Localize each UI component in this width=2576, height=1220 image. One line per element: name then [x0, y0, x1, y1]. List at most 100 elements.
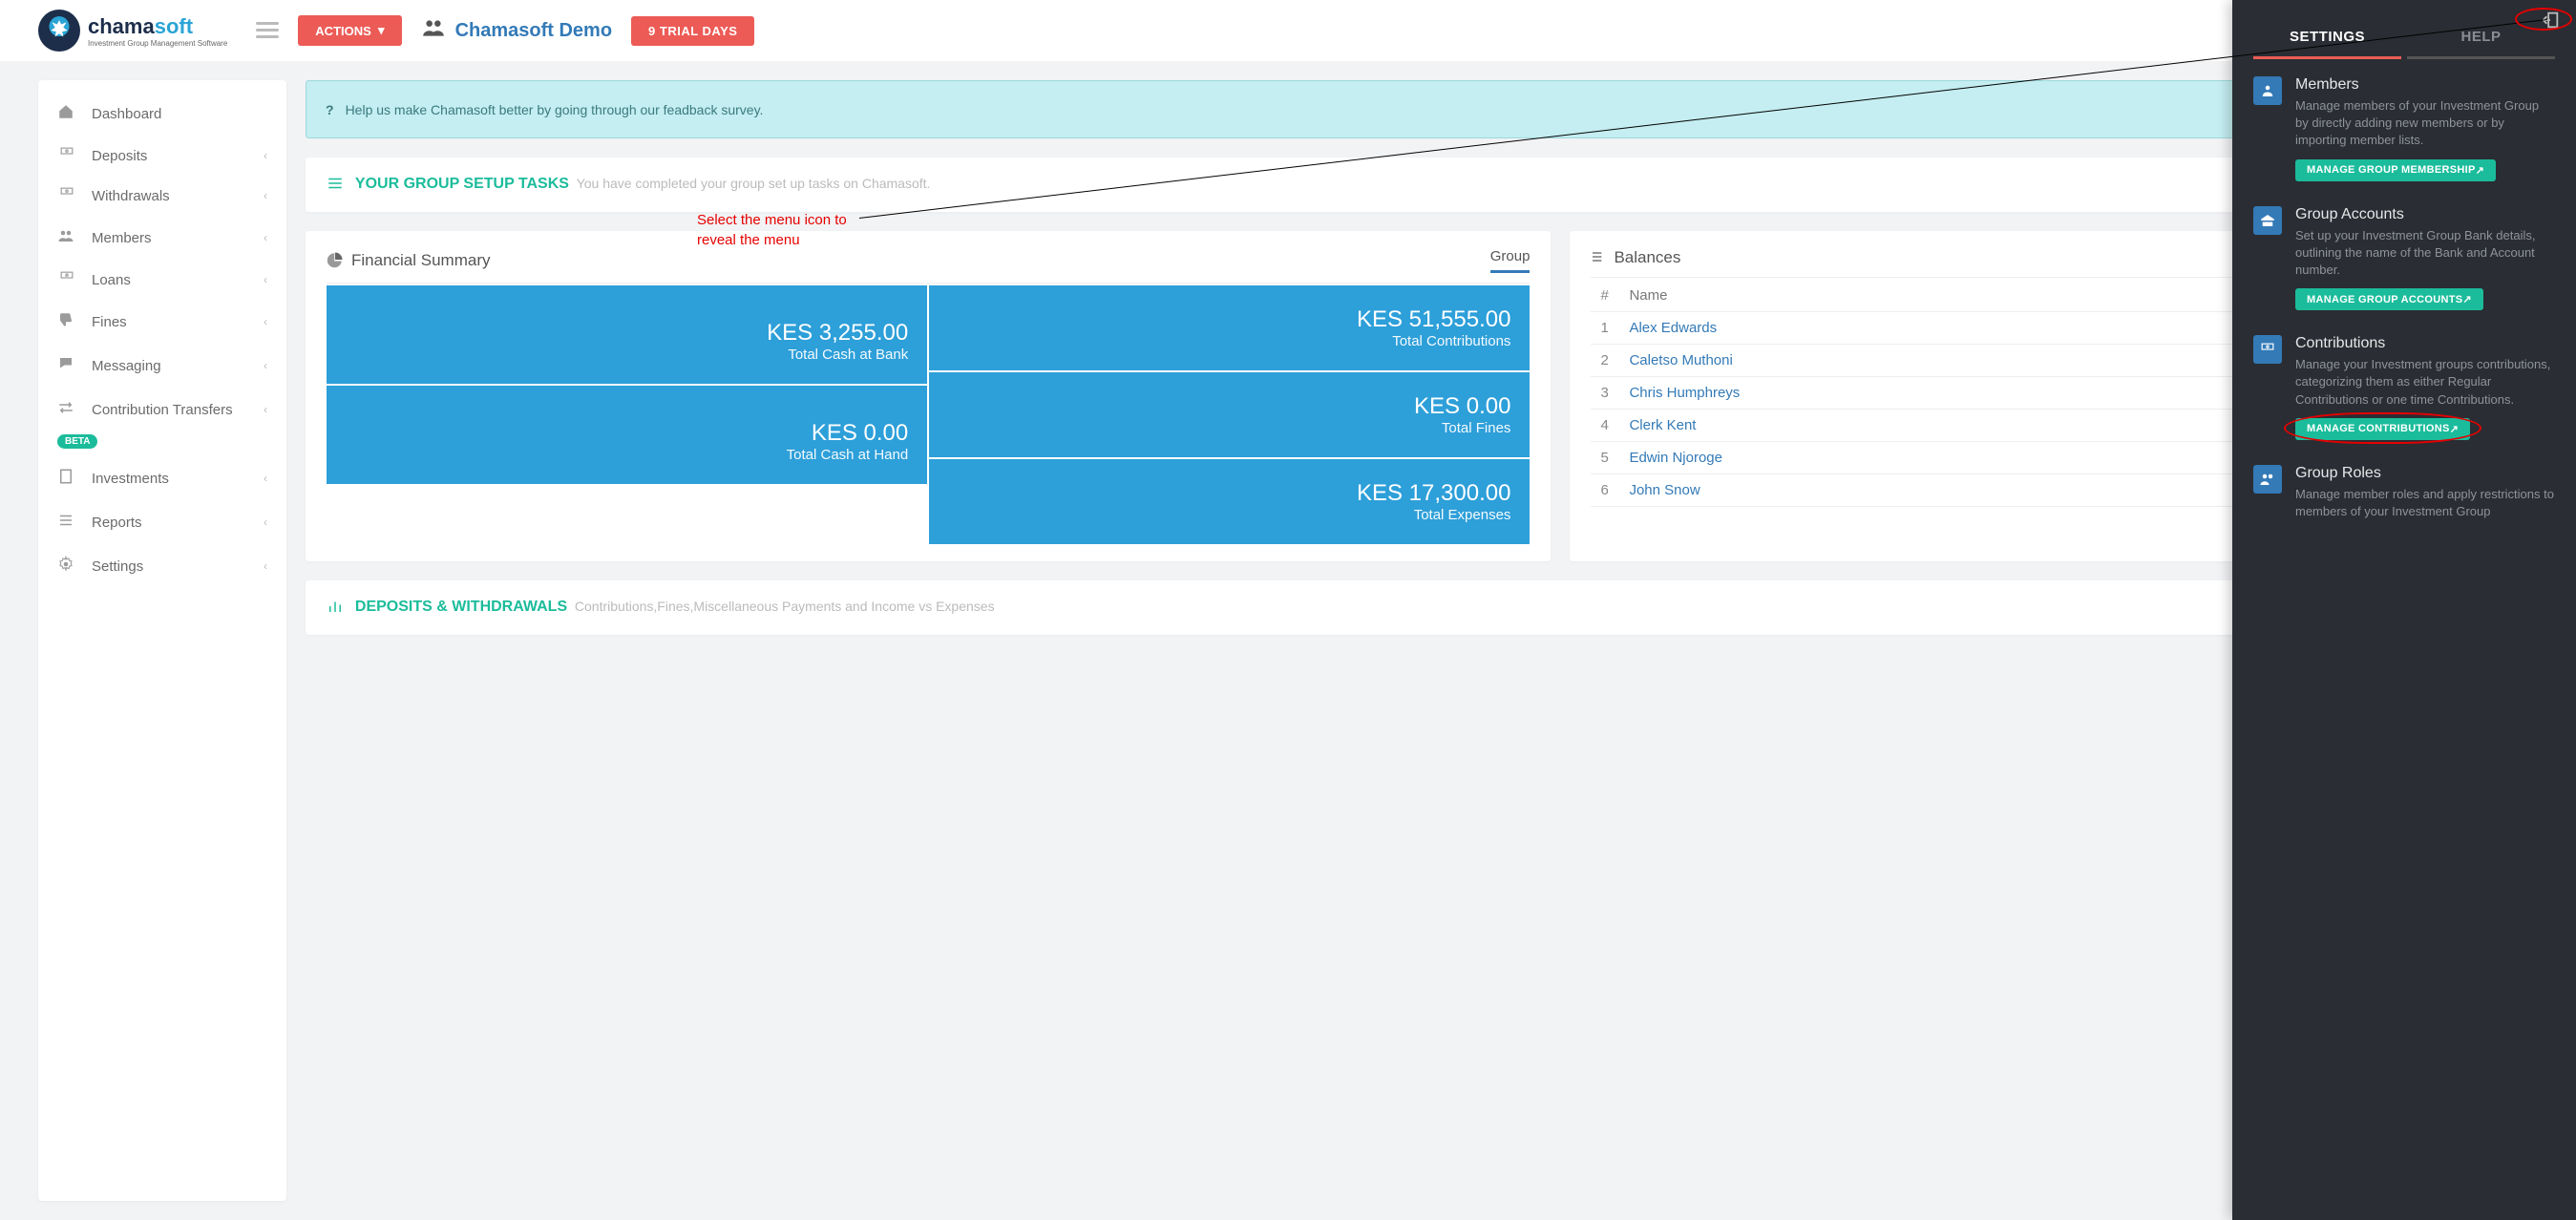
cash-icon [57, 271, 80, 288]
setup-tasks-card: YOUR GROUP SETUP TASKS You have complete… [306, 158, 2538, 212]
sidebar-item-settings[interactable]: Settings ‹ [38, 544, 286, 588]
survey-text: Help us make Chamasoft better by going t… [346, 102, 764, 117]
sidebar-item-label: Messaging [92, 358, 161, 374]
sidebar-item-label: Investments [92, 471, 169, 487]
chevron-left-icon: ‹ [264, 515, 267, 529]
chevron-left-icon: ‹ [264, 559, 267, 573]
building-icon [57, 468, 80, 489]
bar-chart-icon [327, 602, 348, 618]
users-icon [57, 227, 80, 248]
setup-tasks-subtitle: You have completed your group set up tas… [573, 176, 931, 191]
section-title: Group Roles [2295, 465, 2555, 482]
hamburger-icon[interactable] [256, 22, 279, 39]
section-desc: Set up your Investment Group Bank detail… [2295, 227, 2555, 280]
deposits-withdrawals-card: DEPOSITS & WITHDRAWALS Contributions,Fin… [306, 580, 2538, 635]
settings-drawer: SETTINGS HELP Members Manage members of … [2232, 0, 2576, 1220]
drawer-section-group-accounts: Group Accounts Set up your Investment Gr… [2253, 206, 2555, 311]
fines-value: KES 0.00 [948, 393, 1510, 420]
section-icon [2253, 76, 2282, 105]
users-icon [421, 15, 446, 46]
thumb-down-icon [57, 311, 80, 332]
top-bar: chamasoft Investment Group Management So… [0, 0, 2576, 61]
chevron-left-icon: ‹ [264, 315, 267, 328]
manage contributions-button[interactable]: MANAGE CONTRIBUTIONS ↗ [2295, 418, 2470, 440]
tile-fines: KES 0.00 Total Fines [929, 372, 1530, 457]
drawer-section-members: Members Manage members of your Investmen… [2253, 76, 2555, 181]
section-icon [2253, 335, 2282, 364]
dw-title: DEPOSITS & WITHDRAWALS [355, 599, 567, 615]
section-icon [2253, 206, 2282, 235]
balances-title: Balances [1614, 248, 1680, 267]
cash-hand-label: Total Cash at Hand [346, 447, 908, 463]
drawer-tab-help[interactable]: HELP [2407, 17, 2555, 59]
expenses-label: Total Expenses [948, 507, 1510, 523]
share-icon: ↗ [2450, 423, 2460, 435]
contributions-label: Total Contributions [948, 333, 1510, 349]
manage group accounts-button[interactable]: MANAGE GROUP ACCOUNTS ↗ [2295, 288, 2483, 310]
sidebar-item-label: Members [92, 230, 152, 246]
beta-badge: BETA [57, 434, 97, 449]
section-desc: Manage members of your Investment Group … [2295, 97, 2555, 150]
chat-icon [57, 355, 80, 376]
sidebar-item-deposits[interactable]: Deposits ‹ [38, 136, 286, 176]
tile-cash-bank: KES 3,255.00 Total Cash at Bank [327, 285, 927, 384]
tile-cash-hand: KES 0.00 Total Cash at Hand [327, 386, 927, 484]
sidebar-item-withdrawals[interactable]: Withdrawals ‹ [38, 176, 286, 216]
drawer-section-contributions: Contributions Manage your Investment gro… [2253, 335, 2555, 440]
sidebar-item-contribution-transfers[interactable]: Contribution Transfers ‹ [38, 388, 286, 431]
fines-label: Total Fines [948, 420, 1510, 436]
row-number: 6 [1591, 474, 1619, 507]
chevron-down-icon: ▾ [378, 23, 385, 38]
cash-bank-value: KES 3,255.00 [346, 320, 908, 347]
sidebar-item-label: Withdrawals [92, 188, 170, 204]
drawer-tab-settings[interactable]: SETTINGS [2253, 17, 2401, 59]
logo-mark-icon [38, 10, 80, 52]
sidebar-item-label: Contribution Transfers [92, 402, 233, 418]
actions-button[interactable]: ACTIONS ▾ [298, 15, 401, 46]
transfer-icon [57, 399, 80, 420]
sidebar-item-label: Settings [92, 558, 143, 575]
cash-hand-value: KES 0.00 [346, 420, 908, 447]
drawer-menu-icon[interactable] [2540, 10, 2561, 33]
summary-tab-group[interactable]: Group [1490, 248, 1531, 273]
share-icon: ↗ [2462, 293, 2472, 305]
list-icon [57, 512, 80, 533]
sidebar-item-dashboard[interactable]: Dashboard [38, 92, 286, 136]
manage group membership-button[interactable]: MANAGE GROUP MEMBERSHIP ↗ [2295, 159, 2496, 181]
chevron-left-icon: ‹ [264, 359, 267, 372]
section-icon [2253, 465, 2282, 494]
share-icon: ↗ [2476, 164, 2485, 177]
sidebar-item-loans[interactable]: Loans ‹ [38, 260, 286, 300]
home-icon [57, 103, 80, 124]
question-icon: ? [326, 102, 334, 117]
financial-summary-title: Financial Summary [351, 251, 491, 270]
tile-contributions: KES 51,555.00 Total Contributions [929, 285, 1530, 370]
section-title: Group Accounts [2295, 206, 2555, 223]
dw-subtitle: Contributions,Fines,Miscellaneous Paymen… [571, 599, 995, 614]
chevron-left-icon: ‹ [264, 189, 267, 202]
chevron-left-icon: ‹ [264, 273, 267, 286]
trial-days-button[interactable]: 9 TRIAL DAYS [631, 16, 754, 46]
sidebar-item-members[interactable]: Members ‹ [38, 216, 286, 260]
row-number: 5 [1591, 442, 1619, 474]
sidebar-item-label: Reports [92, 515, 142, 531]
sidebar-item-reports[interactable]: Reports ‹ [38, 500, 286, 544]
chevron-left-icon: ‹ [264, 149, 267, 162]
list-icon [327, 179, 348, 195]
logo[interactable]: chamasoft Investment Group Management So… [38, 10, 227, 52]
setup-tasks-title: YOUR GROUP SETUP TASKS [355, 176, 569, 192]
cash-icon [57, 187, 80, 204]
section-desc: Manage member roles and apply restrictio… [2295, 486, 2555, 520]
row-number: 1 [1591, 312, 1619, 345]
cash-icon [57, 147, 80, 164]
chevron-left-icon: ‹ [264, 231, 267, 244]
sidebar-item-investments[interactable]: Investments ‹ [38, 456, 286, 500]
sidebar-item-messaging[interactable]: Messaging ‹ [38, 344, 286, 388]
sidebar-item-fines[interactable]: Fines ‹ [38, 300, 286, 344]
sidebar-item-label: Dashboard [92, 106, 161, 122]
gear-icon [57, 556, 80, 577]
row-number: 4 [1591, 410, 1619, 442]
chevron-left-icon: ‹ [264, 472, 267, 485]
tile-expenses: KES 17,300.00 Total Expenses [929, 459, 1530, 544]
group-name[interactable]: Chamasoft Demo [455, 20, 612, 42]
